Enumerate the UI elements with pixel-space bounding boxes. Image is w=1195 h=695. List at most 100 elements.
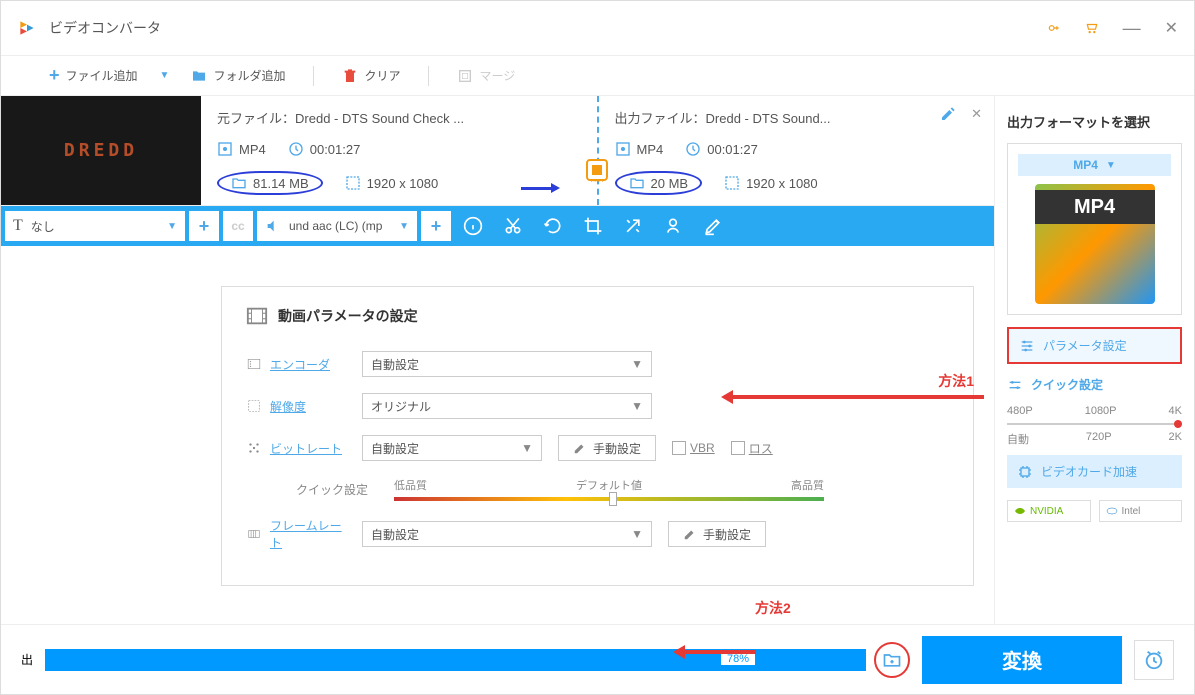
subtitle-value: なし <box>31 218 55 235</box>
key-icon[interactable] <box>1047 21 1061 35</box>
format-preview-image: MP4 <box>1035 184 1155 304</box>
folder-size-icon <box>629 175 645 191</box>
output-resolution: 1920 x 1080 <box>746 176 818 191</box>
add-file-button[interactable]: + ファイル追加 <box>41 61 146 90</box>
vbr-checkbox[interactable]: VBR <box>672 441 715 455</box>
resolution-label[interactable]: 解像度 <box>246 398 346 415</box>
edit-filename-button[interactable] <box>940 106 956 122</box>
format-icon <box>615 141 631 157</box>
convert-button[interactable]: 変換 <box>922 636 1122 684</box>
format-dropdown[interactable]: MP4▼ <box>1018 154 1171 176</box>
resolution-icon <box>345 175 361 191</box>
intel-badge: Intel <box>1099 500 1183 522</box>
add-audio-button[interactable]: + <box>421 211 451 241</box>
framerate-manual-button[interactable]: 手動設定 <box>668 521 766 547</box>
edit-toolbar: T なし ▼ + cc und aac (LC) (mp ▼ + <box>1 206 994 246</box>
output-info: ✕ 出力ファイル：Dredd - DTS Sound... MP4 00:01:… <box>599 96 995 205</box>
progress-bar[interactable]: 78% <box>45 649 866 671</box>
remove-file-button[interactable]: ✕ <box>971 106 982 122</box>
pencil-icon <box>683 527 697 541</box>
output-duration: 00:01:27 <box>707 142 758 157</box>
source-label: 元ファイル： <box>217 111 295 126</box>
resolution-icon <box>724 175 740 191</box>
sidebar-title: 出力フォーマットを選択 <box>1007 112 1182 131</box>
encoder-select[interactable]: 自動設定▼ <box>362 351 652 377</box>
clear-button[interactable]: クリア <box>334 63 408 88</box>
cut-tool[interactable] <box>495 208 531 244</box>
video-thumbnail[interactable]: DREDD <box>1 96 201 205</box>
framerate-label[interactable]: フレームレート <box>246 517 346 551</box>
add-folder-button[interactable]: フォルダ追加 <box>183 63 293 88</box>
resolution-select[interactable]: オリジナル▼ <box>362 393 652 419</box>
param-settings-button[interactable]: パラメータ設定 <box>1007 327 1182 364</box>
source-resolution: 1920 x 1080 <box>367 176 439 191</box>
sliders-icon <box>1007 377 1023 393</box>
output-size: 20 MB <box>651 176 689 191</box>
quick-resolution-slider[interactable]: 480P1080P4K 自動720P2K <box>1007 405 1182 443</box>
intel-icon <box>1106 505 1118 517</box>
panel-title-text: 動画パラメータの設定 <box>278 306 418 326</box>
merge-button[interactable]: マージ <box>449 63 523 88</box>
source-filename: Dredd - DTS Sound Check ... <box>295 111 464 126</box>
output-format: MP4 <box>637 142 664 157</box>
merge-icon <box>457 68 473 84</box>
bitrate-label[interactable]: ビットレート <box>246 440 346 457</box>
output-leading: 出 <box>21 651 33 668</box>
quality-slider[interactable] <box>394 497 824 501</box>
source-duration: 00:01:27 <box>310 142 361 157</box>
audio-value: und aac (LC) (mp <box>289 219 382 233</box>
pencil-icon <box>573 441 587 455</box>
info-tool[interactable] <box>455 208 491 244</box>
folder-icon <box>191 68 207 84</box>
quality-labels: 低品質デフォルト値高品質 <box>394 477 824 493</box>
framerate-select[interactable]: 自動設定▼ <box>362 521 652 547</box>
add-subtitle-button[interactable]: + <box>189 211 219 241</box>
format-icon <box>217 141 233 157</box>
effects-tool[interactable] <box>615 208 651 244</box>
alarm-clock-icon <box>1143 649 1165 671</box>
gpu-accel-button[interactable]: ビデオカード加速 <box>1007 455 1182 488</box>
rotate-tool[interactable] <box>535 208 571 244</box>
file-item: DREDD 元ファイル：Dredd - DTS Sound Check ... … <box>1 96 994 206</box>
bitrate-select[interactable]: 自動設定▼ <box>362 435 542 461</box>
minimize-button[interactable]: — <box>1123 18 1141 39</box>
schedule-button[interactable] <box>1134 640 1174 680</box>
format-box: MP4▼ MP4 <box>1007 143 1182 315</box>
speaker-icon <box>265 218 281 234</box>
progress-percent: 78% <box>720 652 756 666</box>
add-folder-label: フォルダ追加 <box>213 67 285 84</box>
cart-icon[interactable] <box>1085 21 1099 35</box>
watermark-tool[interactable] <box>655 208 691 244</box>
film-icon <box>246 305 268 327</box>
clock-icon <box>685 141 701 157</box>
encoder-label[interactable]: エンコーダ <box>246 356 346 373</box>
bitrate-manual-button[interactable]: 手動設定 <box>558 435 656 461</box>
cc-button[interactable]: cc <box>223 211 253 241</box>
merge-label: マージ <box>479 67 515 84</box>
title-bar: ビデオコンバータ — ✕ <box>1 1 1194 56</box>
crop-tool[interactable] <box>575 208 611 244</box>
app-title: ビデオコンバータ <box>49 18 161 38</box>
close-button[interactable]: ✕ <box>1165 18 1178 38</box>
quick-settings-title: クイック設定 <box>1007 376 1182 393</box>
lossless-checkbox[interactable]: ロス <box>731 440 773 457</box>
annotation-method2: 方法2 <box>755 598 791 618</box>
app-logo-icon <box>17 18 37 38</box>
add-file-label: ファイル追加 <box>66 67 138 84</box>
trash-icon <box>342 68 358 84</box>
resolution-param-icon <box>246 399 262 413</box>
footer: 出 78% 変換 <box>1 624 1194 694</box>
chevron-down-icon[interactable]: ▼ <box>160 70 170 81</box>
sliders-icon <box>1019 338 1035 354</box>
framerate-icon <box>246 527 262 541</box>
source-format: MP4 <box>239 142 266 157</box>
source-info: 元ファイル：Dredd - DTS Sound Check ... MP4 00… <box>201 96 599 205</box>
folder-size-icon <box>231 175 247 191</box>
output-filename: Dredd - DTS Sound... <box>706 111 831 126</box>
main-toolbar: + ファイル追加 ▼ フォルダ追加 クリア マージ <box>1 56 1194 96</box>
output-folder-button[interactable] <box>874 642 910 678</box>
edit-tool[interactable] <box>695 208 731 244</box>
output-format-sidebar: 出力フォーマットを選択 MP4▼ MP4 パラメータ設定 クイック設定 480P… <box>994 96 1194 624</box>
subtitle-dropdown[interactable]: T なし ▼ <box>5 211 185 241</box>
audio-dropdown[interactable]: und aac (LC) (mp ▼ <box>257 211 417 241</box>
